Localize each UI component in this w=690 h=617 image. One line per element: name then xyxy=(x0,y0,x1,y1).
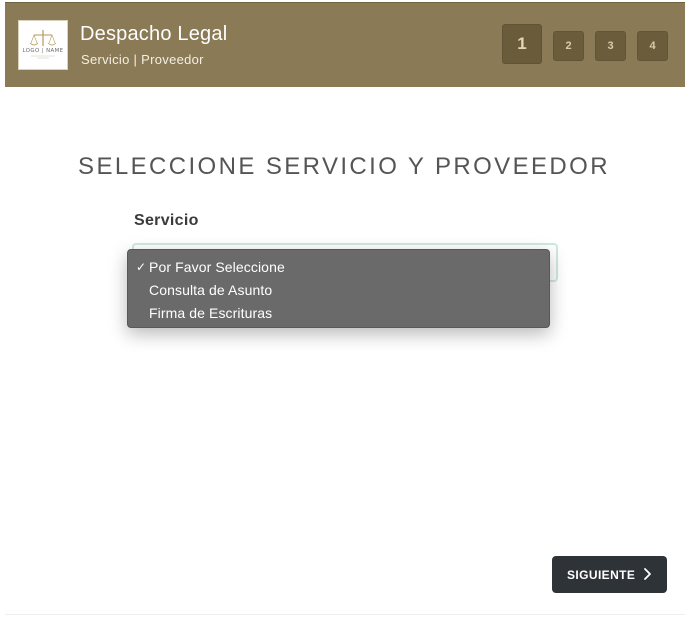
header-bar: LOGO | NAME Despacho Legal Servicio | Pr… xyxy=(5,2,685,87)
option-firma-de-escrituras[interactable]: Firma de Escrituras xyxy=(128,302,549,325)
brand-title: Despacho Legal xyxy=(80,23,228,45)
option-por-favor-seleccione[interactable]: ✓ Por Favor Seleccione xyxy=(128,256,549,279)
svg-text:LOGO | NAME: LOGO | NAME xyxy=(23,48,64,54)
chevron-right-icon xyxy=(644,568,651,580)
footer-divider xyxy=(5,614,685,615)
service-dropdown-menu: ✓ Por Favor Seleccione Consulta de Asunt… xyxy=(127,249,550,328)
step-2[interactable]: 2 xyxy=(553,31,584,61)
logo: LOGO | NAME xyxy=(18,20,68,70)
option-label: Por Favor Seleccione xyxy=(149,259,285,275)
option-label: Consulta de Asunto xyxy=(149,282,273,298)
scales-of-justice-icon: LOGO | NAME xyxy=(23,30,64,59)
app-window: LOGO | NAME Despacho Legal Servicio | Pr… xyxy=(0,0,690,617)
brand-subtitle: Servicio | Proveedor xyxy=(81,52,204,67)
service-label: Servicio xyxy=(134,212,199,229)
checkmark-icon: ✓ xyxy=(136,260,147,274)
step-4[interactable]: 4 xyxy=(637,31,668,61)
next-button[interactable]: SIGUIENTE xyxy=(552,556,667,593)
step-3[interactable]: 3 xyxy=(595,31,626,61)
page-title: SELECCIONE SERVICIO Y PROVEEDOR xyxy=(78,153,610,180)
option-label: Firma de Escrituras xyxy=(149,305,273,321)
next-button-label: SIGUIENTE xyxy=(567,567,636,582)
step-1[interactable]: 1 xyxy=(502,24,542,64)
option-consulta-de-asunto[interactable]: Consulta de Asunto xyxy=(128,279,549,302)
